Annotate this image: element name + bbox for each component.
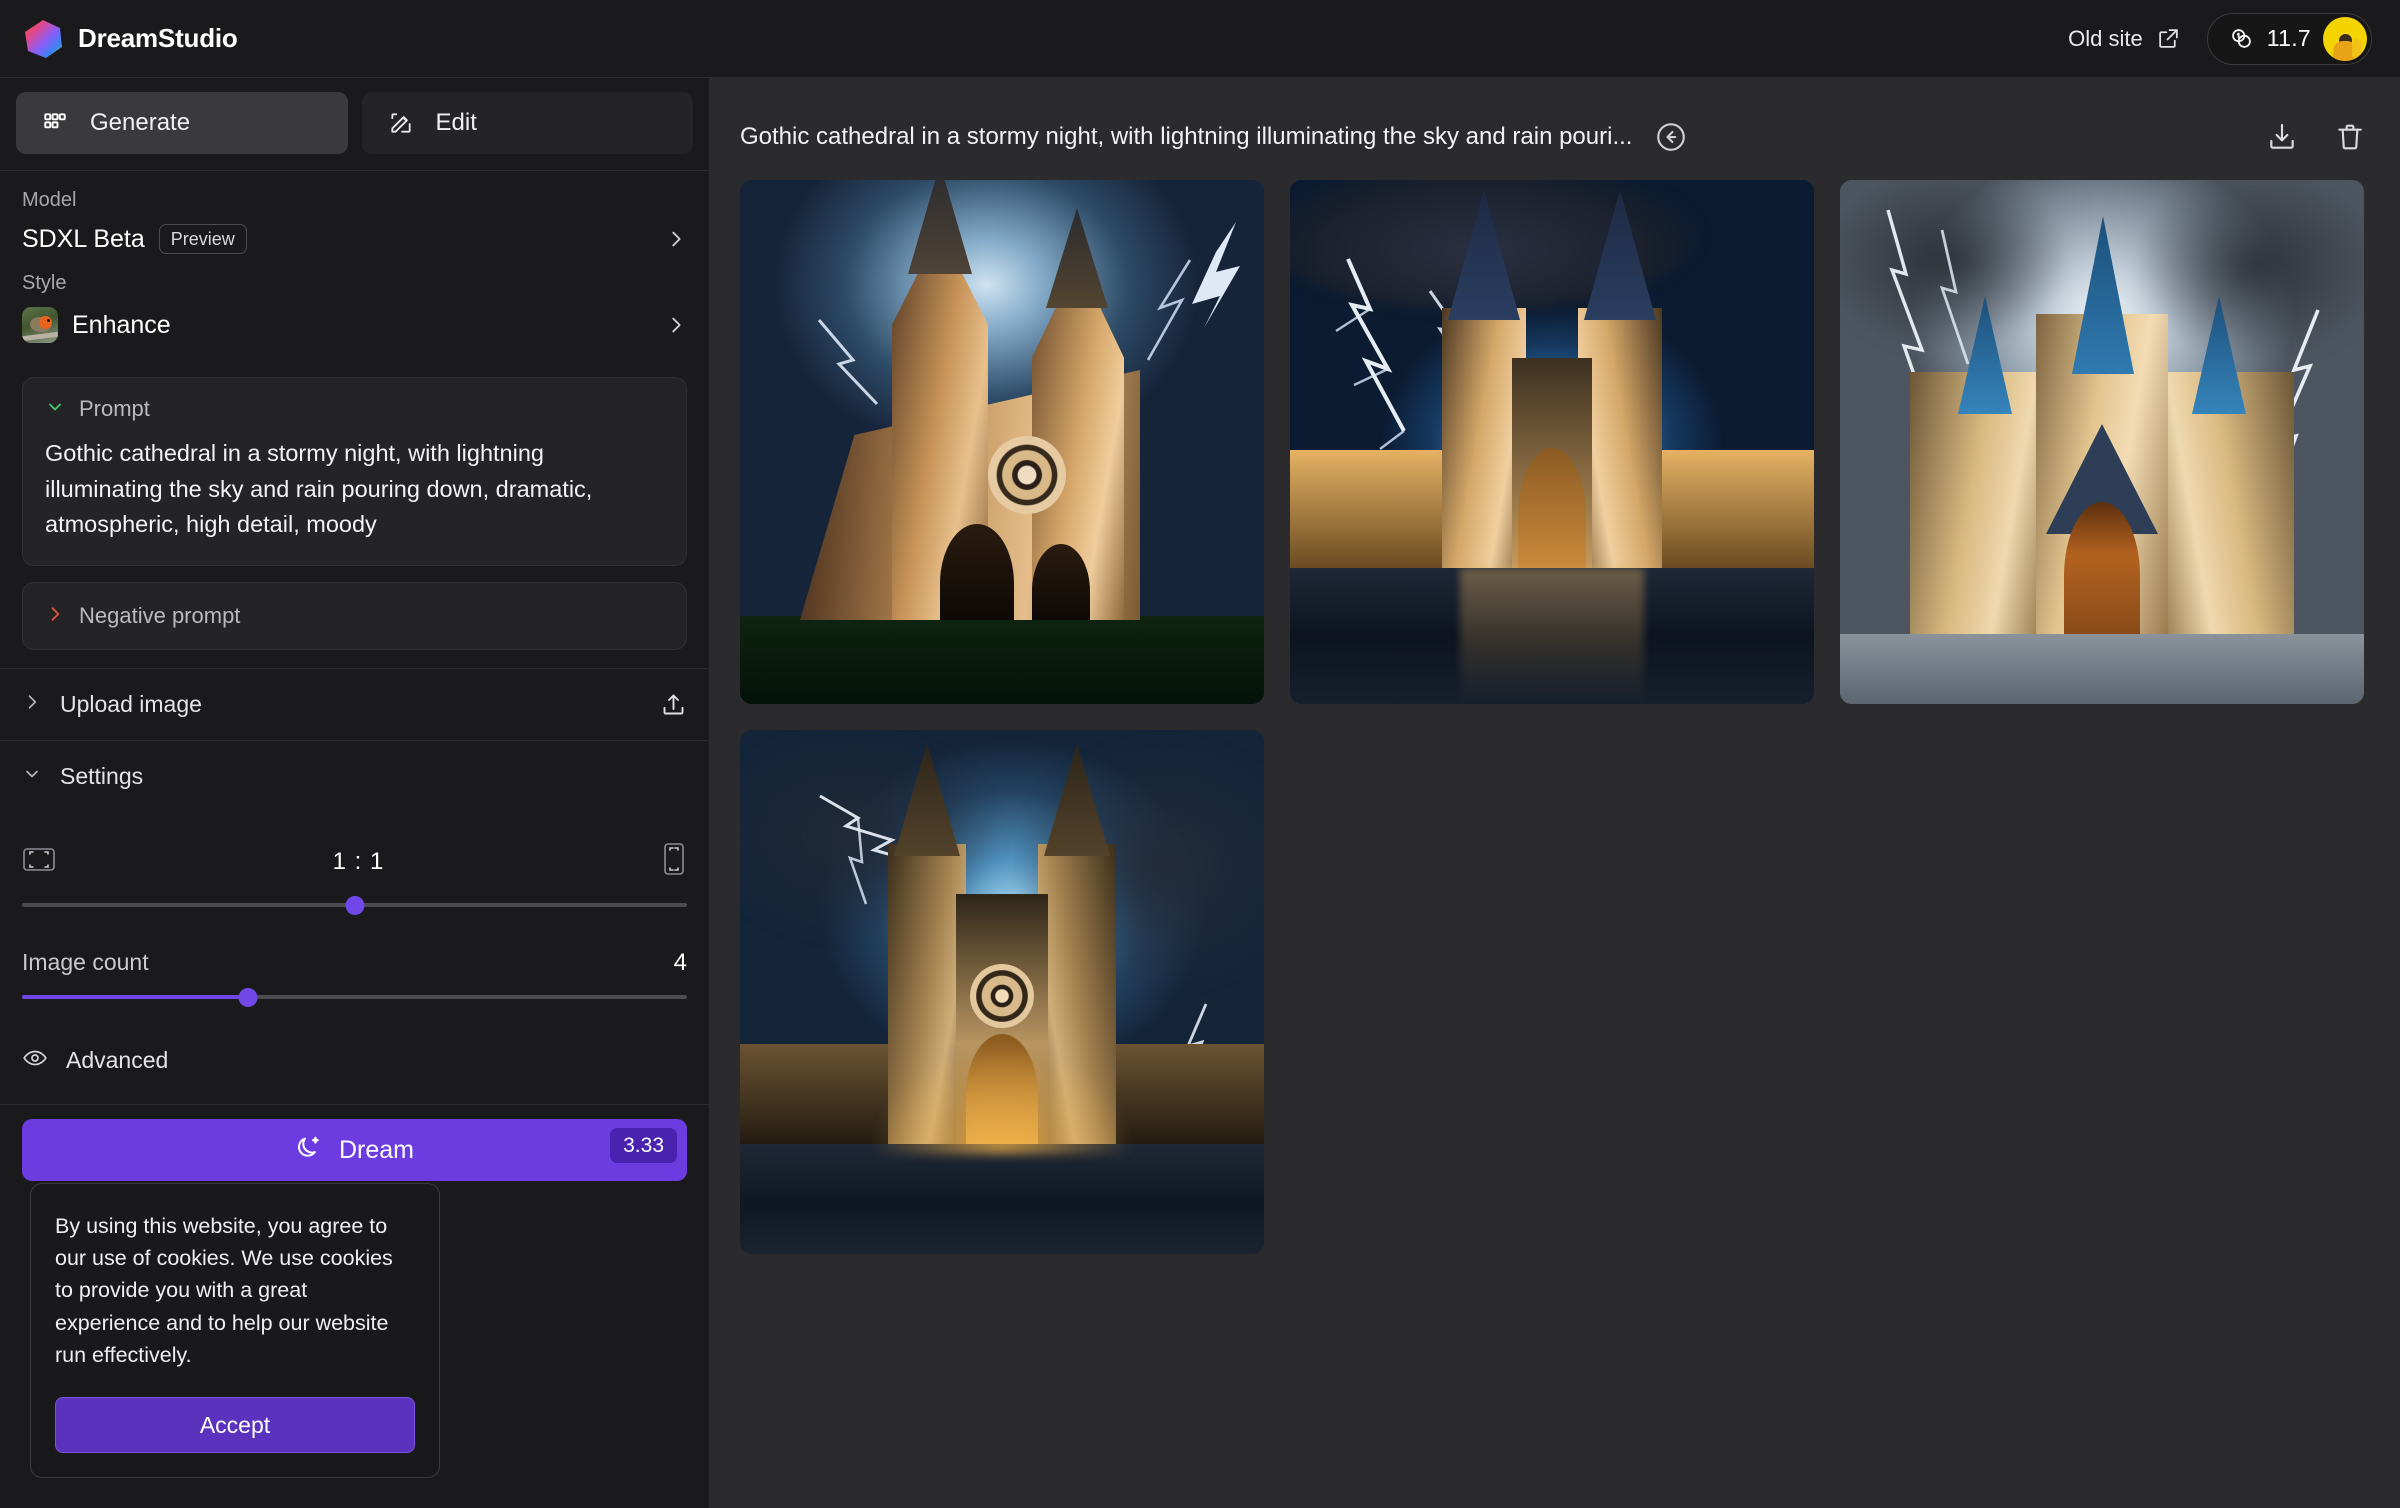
chevron-right-icon: [665, 228, 687, 250]
pencil-square-icon: [388, 110, 414, 136]
slider-fill: [22, 995, 249, 1000]
cathedral-wing-left: [740, 1044, 890, 1144]
app-body: Generate Edit Model SDXL Beta Preview St…: [0, 78, 2400, 1508]
upload-image-label: Upload image: [60, 691, 202, 718]
robin-bird-thumbnail-icon: [22, 307, 58, 343]
dreamstudio-app: DreamStudio Old site 11.7 Generate Edit …: [0, 0, 2400, 1508]
chevron-right-icon: [22, 692, 42, 717]
top-bar: DreamStudio Old site 11.7: [0, 0, 2400, 78]
negative-prompt-label: Negative prompt: [79, 603, 241, 629]
chevron-right-icon: [45, 604, 65, 629]
main-content: Gothic cathedral in a stormy night, with…: [710, 78, 2400, 1508]
prompt-card[interactable]: Prompt Gothic cathedral in a stormy nigh…: [22, 377, 687, 567]
chevron-right-icon: [665, 314, 687, 336]
tab-generate[interactable]: Generate: [16, 92, 348, 154]
chevron-down-icon: [22, 764, 42, 789]
image-ground: [740, 616, 1264, 704]
grid-icon: [42, 110, 68, 136]
facade-uplight-glow: [870, 1044, 1134, 1154]
aspect-ratio-row: 1 : 1: [22, 818, 687, 893]
generated-image-3[interactable]: [1840, 180, 2364, 704]
aspect-ratio-slider[interactable]: [22, 893, 687, 917]
old-site-link[interactable]: Old site: [2068, 26, 2181, 52]
style-label: Style: [22, 272, 67, 294]
brand[interactable]: DreamStudio: [22, 18, 238, 60]
hexagon-gradient-logo-icon: [25, 19, 62, 58]
cookie-accept-button[interactable]: Accept: [55, 1397, 415, 1453]
negative-prompt-card[interactable]: Negative prompt: [22, 582, 687, 651]
slider-thumb[interactable]: [238, 987, 258, 1007]
landscape-frame-icon[interactable]: [22, 844, 56, 879]
cookie-text: By using this website, you agree to our …: [55, 1213, 393, 1367]
brand-name: DreamStudio: [78, 23, 238, 53]
moon-sparkle-icon: [295, 1134, 323, 1167]
model-preview-badge: Preview: [158, 224, 247, 254]
credits-value: 11.7: [2266, 25, 2311, 51]
model-selector[interactable]: SDXL Beta Preview: [22, 220, 687, 272]
model-value: SDXL Beta: [22, 224, 145, 253]
cookie-banner: By using this website, you agree to our …: [30, 1182, 440, 1478]
chevron-down-icon: [45, 397, 65, 422]
image-count-label: Image count: [22, 949, 149, 976]
advanced-row[interactable]: Advanced: [22, 1015, 687, 1104]
avatar-scarf: [2352, 39, 2361, 60]
external-link-icon: [2159, 29, 2178, 48]
settings-body: 1 : 1 Image count 4 Advanced: [0, 812, 709, 1104]
old-site-label: Old site: [2068, 25, 2143, 51]
tab-edit[interactable]: Edit: [361, 92, 693, 154]
image-ground: [1840, 634, 2364, 704]
prompt-section: Prompt Gothic cathedral in a stormy nigh…: [0, 367, 709, 651]
avatar[interactable]: [2323, 16, 2367, 61]
sidebar: Generate Edit Model SDXL Beta Preview St…: [0, 78, 710, 1508]
upload-image-row[interactable]: Upload image: [0, 668, 709, 740]
cathedral-wing-right: [1114, 1044, 1264, 1144]
credits-pill[interactable]: 11.7: [2206, 12, 2372, 65]
upload-icon[interactable]: [660, 691, 687, 718]
results-header: Gothic cathedral in a stormy night, with…: [710, 78, 2400, 170]
rose-window: [988, 436, 1066, 514]
advanced-label: Advanced: [66, 1047, 169, 1074]
image-count-slider[interactable]: [22, 985, 687, 1009]
settings-header[interactable]: Settings: [0, 740, 709, 812]
style-value: Enhance: [72, 310, 171, 339]
image-count-value: 4: [673, 949, 687, 977]
image-ground: [740, 1144, 1264, 1254]
ground-reflection: [1460, 568, 1644, 704]
slider-thumb[interactable]: [345, 895, 364, 915]
dream-button[interactable]: Dream 3.33: [22, 1119, 687, 1182]
dream-label: Dream: [338, 1135, 414, 1164]
dream-section: Dream 3.33: [0, 1104, 709, 1182]
back-arrow-circle-icon[interactable]: [1654, 120, 1688, 154]
eye-icon: [22, 1045, 48, 1076]
top-bar-right: Old site 11.7: [2068, 12, 2372, 65]
coins-icon: [2231, 29, 2251, 48]
results-actions: [2266, 121, 2366, 153]
aspect-ratio-value: 1 : 1: [332, 847, 385, 875]
settings-label: Settings: [60, 763, 144, 790]
rose-window: [970, 964, 1034, 1028]
mode-tabs: Generate Edit: [0, 78, 709, 170]
tab-edit-label: Edit: [435, 109, 477, 136]
results-title: Gothic cathedral in a stormy night, with…: [740, 123, 1633, 150]
model-style-section: Model SDXL Beta Preview Style Enhance: [0, 171, 709, 367]
dream-cost-badge: 3.33: [610, 1128, 677, 1164]
style-selector[interactable]: Enhance: [22, 303, 687, 361]
model-label: Model: [22, 189, 77, 211]
generated-image-4[interactable]: [740, 730, 1264, 1254]
prompt-input[interactable]: Gothic cathedral in a stormy night, with…: [45, 436, 664, 543]
download-icon[interactable]: [2266, 121, 2298, 153]
upload-image-wrap: Upload image: [0, 668, 709, 740]
portrait-frame-icon[interactable]: [661, 842, 687, 881]
trash-icon[interactable]: [2334, 121, 2366, 153]
prompt-label: Prompt: [79, 396, 150, 421]
tab-generate-label: Generate: [90, 109, 191, 136]
prompt-header[interactable]: Prompt: [45, 396, 664, 422]
generated-image-2[interactable]: [1290, 180, 1814, 704]
generated-image-1[interactable]: [740, 180, 1264, 704]
image-count-row: Image count 4: [22, 923, 687, 985]
results-grid: [710, 170, 2400, 1254]
